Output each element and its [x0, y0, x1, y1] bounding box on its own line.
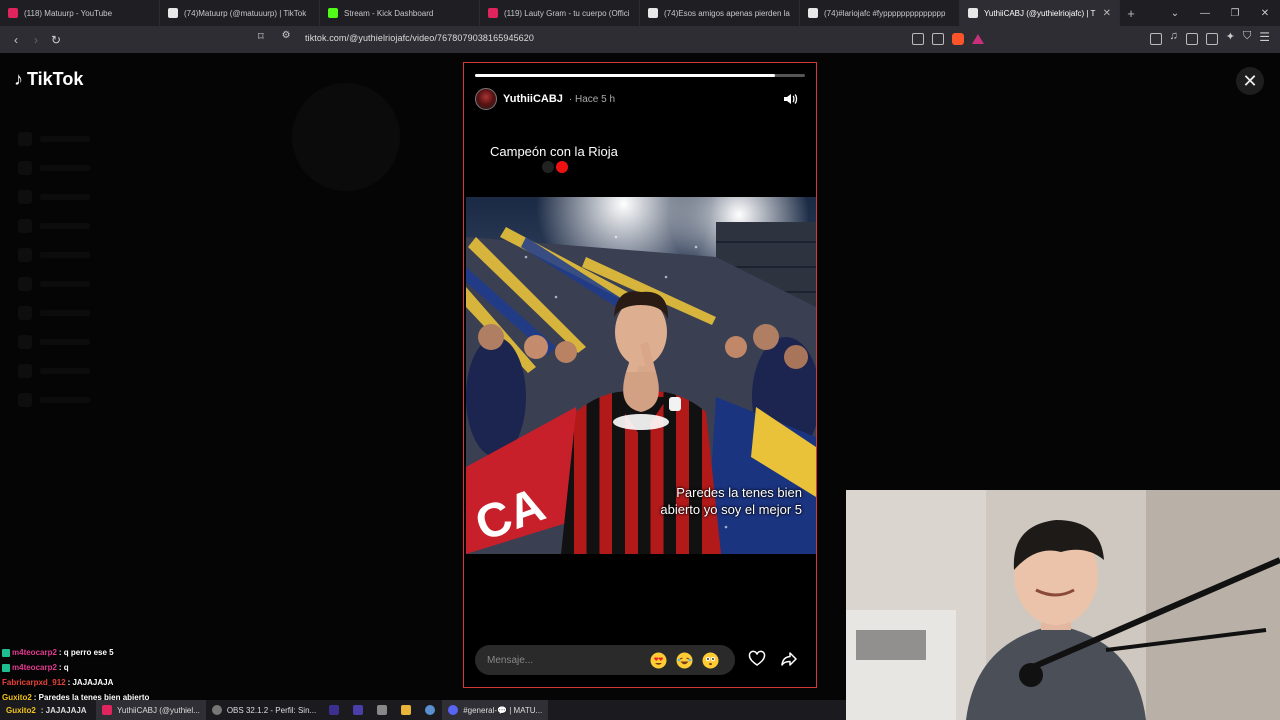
- tiktok-icon: [168, 8, 178, 18]
- chat-message: m4teocarp2: q perro ese 5: [2, 645, 302, 660]
- sub-badge-icon: [2, 648, 10, 657]
- taskbar-app[interactable]: [394, 700, 418, 720]
- tiktok-icon: [648, 8, 658, 18]
- club-colors-emoji: [542, 161, 568, 173]
- reload-icon[interactable]: ↻: [46, 30, 66, 50]
- taskbar-app[interactable]: [322, 700, 346, 720]
- browser-tab[interactable]: (74)Esos amigos apenas pierden la: [640, 0, 800, 26]
- story-username[interactable]: YuthiiCABJ: [503, 93, 563, 105]
- after-effects-icon: [329, 705, 340, 715]
- extensions-icon[interactable]: [1149, 33, 1162, 45]
- share-icon[interactable]: [780, 650, 798, 668]
- vpn-icon[interactable]: ⛉: [1243, 30, 1251, 45]
- taskbar-app[interactable]: [346, 700, 370, 720]
- tab-list-icon[interactable]: ⌄: [1160, 0, 1190, 26]
- taskbar-app[interactable]: [418, 700, 442, 720]
- forward-icon[interactable]: ›: [26, 30, 46, 50]
- taskbar-app[interactable]: [370, 700, 394, 720]
- youtube-icon: [8, 8, 18, 18]
- tool-icon: [377, 705, 388, 715]
- quick-reactions: [650, 652, 719, 669]
- menu-icon[interactable]: ☰: [1259, 30, 1270, 45]
- maximize-icon[interactable]: ❐: [1220, 0, 1250, 26]
- wallet-icon[interactable]: [1205, 33, 1218, 45]
- tiktok-icon: [968, 8, 978, 18]
- browser-tab[interactable]: (74)Matuurp (@matuuurp) | TikTok: [160, 0, 320, 26]
- address-bar: ‹ › ↻ ⌑ ⚙ tiktok.com/@yuthielriojafc/vid…: [0, 26, 1280, 53]
- url-field[interactable]: tiktok.com/@yuthielriojafc/video/7678079…: [305, 33, 534, 43]
- back-icon[interactable]: ‹: [6, 30, 26, 50]
- chat-message: m4teocarp2: q: [2, 660, 302, 675]
- story-progress-fill: [475, 74, 776, 77]
- minimize-icon[interactable]: —: [1190, 0, 1220, 26]
- avatar[interactable]: [475, 88, 497, 110]
- window-controls: ⌄ — ❐ ✕: [1160, 0, 1280, 26]
- bookmark-icon[interactable]: ⌑: [258, 30, 264, 43]
- browser-tab-active[interactable]: YuthiiCABJ (@yuthielriojafc) | T ✕: [960, 0, 1120, 26]
- taskbar-chat-line: Guxito2: JAJAJAJA: [6, 705, 87, 715]
- tiktok-note-icon: ♪: [14, 69, 23, 89]
- close-tab-icon[interactable]: ✕: [1103, 8, 1111, 19]
- obs-icon: [211, 705, 222, 715]
- discord-icon: [448, 705, 459, 715]
- heart-eyes-emoji-icon[interactable]: [650, 652, 667, 669]
- dimmed-sidebar: [18, 132, 138, 423]
- story-progress-bar: [475, 74, 805, 77]
- tab-bar: (118) Matuurp - YouTube (74)Matuurp (@ma…: [0, 0, 1280, 26]
- new-tab-button[interactable]: +: [1120, 6, 1142, 21]
- volume-icon[interactable]: [782, 91, 798, 107]
- leo-icon[interactable]: ✦: [1226, 30, 1235, 45]
- taskbar: Guxito2: JAJAJAJA YuthiiCABJ (@yuthiel..…: [0, 700, 846, 720]
- story-caption: Campeón con la Rioja: [490, 144, 618, 159]
- taskbar-item-discord[interactable]: #general-💬 | MATU...: [442, 700, 549, 720]
- story-overlay-text: Paredes la tenes bien abierto yo soy el …: [660, 485, 802, 517]
- story-header: YuthiiCABJ · Hace 5 h: [475, 88, 615, 110]
- premiere-icon: [353, 705, 364, 715]
- sidebar-icon[interactable]: [1185, 33, 1198, 45]
- steam-icon: [425, 705, 436, 715]
- taskbar-item-browser[interactable]: YuthiiCABJ (@yuthiel...: [96, 700, 206, 720]
- laughing-emoji-icon[interactable]: [676, 652, 693, 669]
- browser-tab[interactable]: (118) Matuurp - YouTube: [0, 0, 160, 26]
- story-time: · Hace 5 h: [568, 93, 616, 105]
- kick-icon: [328, 8, 338, 18]
- webcam-feed: [846, 490, 1280, 720]
- close-story-button[interactable]: ✕: [1236, 67, 1264, 95]
- rewards-icon[interactable]: [971, 34, 984, 44]
- close-window-icon[interactable]: ✕: [1250, 0, 1280, 26]
- stream-chat: m4teocarp2: q perro ese 5 m4teocarp2: q …: [2, 645, 302, 705]
- brave-shield-icon[interactable]: [951, 33, 964, 45]
- folder-icon: [401, 705, 412, 715]
- dimmed-profile-avatar: [292, 83, 400, 191]
- taskbar-item-obs[interactable]: OBS 32.1.2 - Perfil: Sin...: [206, 700, 322, 720]
- media-icon[interactable]: ♫: [1170, 30, 1178, 45]
- cast-icon[interactable]: [931, 33, 944, 45]
- sub-badge-icon: [2, 663, 10, 672]
- browser-tab[interactable]: (119) Lauty Gram - tu cuerpo (Offici: [480, 0, 640, 26]
- site-info-icon[interactable]: ⚙: [282, 30, 291, 43]
- chat-message: Fabricarpxd_912: JAJAJAJA: [2, 678, 114, 687]
- story-viewer: YuthiiCABJ · Hace 5 h Campeón con la Rio…: [463, 62, 817, 688]
- translate-icon[interactable]: [911, 33, 924, 45]
- browser-tab[interactable]: Stream - Kick Dashboard: [320, 0, 480, 26]
- tiktok-icon: [808, 8, 818, 18]
- flushed-emoji-icon[interactable]: [702, 652, 719, 669]
- browser-tab[interactable]: (74)#lariojafc #fypppppppppppppp: [800, 0, 960, 26]
- heart-icon[interactable]: [748, 650, 766, 668]
- youtube-icon: [488, 8, 498, 18]
- tiktok-logo[interactable]: ♪ TikTok: [14, 69, 83, 90]
- brave-icon: [102, 705, 112, 715]
